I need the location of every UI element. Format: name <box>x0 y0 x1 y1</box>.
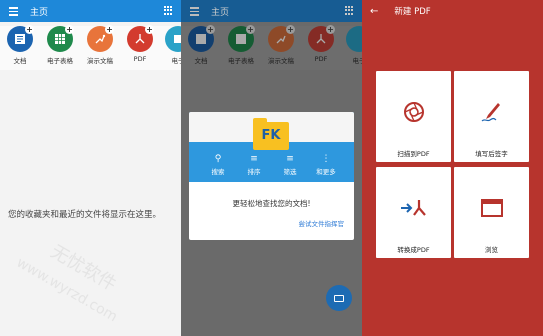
grid-view-icon[interactable] <box>164 6 173 15</box>
document-icon: + <box>188 25 215 52</box>
card-label: 扫描到PDF <box>397 150 430 158</box>
card-label: 浏览 <box>485 246 498 254</box>
home-screen-with-dialog: 主页 + 文档 + 电子表格 + 演示文稿 + PDF 电 FK ⚲ 搜索 ≡ … <box>181 0 362 336</box>
shortcut-presentations[interactable]: + 演示文稿 <box>263 25 299 65</box>
scan-to-pdf-card[interactable]: 扫描到PDF <box>376 71 451 162</box>
filter-icon: ≡ <box>286 154 294 164</box>
shortcut-label: PDF <box>133 55 147 63</box>
feature-sort: ≡ 排序 <box>239 154 269 176</box>
back-arrow-icon[interactable]: ← <box>370 6 378 17</box>
file-commander-logo: FK <box>253 118 289 150</box>
open-folder-button[interactable] <box>326 285 352 311</box>
app-bar: 主页 <box>181 0 362 22</box>
spreadsheet-icon: + <box>47 25 74 52</box>
sort-icon: ≡ <box>250 154 258 164</box>
shortcut-label: 电子表格 <box>47 57 73 65</box>
add-icon: + <box>105 25 114 34</box>
shortcut-label: 电子 <box>171 57 182 65</box>
fill-and-sign-card[interactable]: 填写后签字 <box>454 71 529 162</box>
shortcut-label: 演示文稿 <box>268 57 294 65</box>
page-title: 主页 <box>211 7 230 18</box>
dialog-banner: FK ⚲ 搜索 ≡ 排序 ≡ 筛选 ⋮ 和更多 <box>189 112 354 182</box>
dialog-message: 更轻松地查找您的文档! <box>232 199 311 208</box>
shortcut-label: 文档 <box>13 57 27 65</box>
shortcut-presentations[interactable]: + 演示文稿 <box>82 25 118 65</box>
page-title: 主页 <box>30 7 49 18</box>
home-screen: 主页 + 文档 + 电子表格 + 演示文稿 + PDF 电 您的收藏夹和最近的文… <box>0 0 181 336</box>
shortcut-ebooks[interactable]: 电子 <box>341 26 362 65</box>
add-icon: + <box>206 25 215 34</box>
add-icon: + <box>65 25 74 34</box>
shortcut-label: 电子 <box>352 57 363 65</box>
shortcut-label: PDF <box>314 55 328 63</box>
empty-state-message: 您的收藏夹和最近的文件将显示在这里。 <box>8 210 162 220</box>
search-icon: ⚲ <box>214 154 222 164</box>
more-icon: ⋮ <box>321 154 331 164</box>
menu-icon[interactable] <box>6 0 28 22</box>
add-icon: + <box>145 25 154 34</box>
promo-dialog: FK ⚲ 搜索 ≡ 排序 ≡ 筛选 ⋮ 和更多 更轻松地查找您的文档! 尝试文件… <box>189 112 354 240</box>
pdf-icon: + <box>127 25 154 52</box>
shortcut-bar: + 文档 + 电子表格 + 演示文稿 + PDF 电 <box>0 25 181 70</box>
shortcut-spreadsheets[interactable]: + 电子表格 <box>42 25 78 65</box>
ebook-icon <box>346 26 362 52</box>
shortcut-ebooks[interactable]: 电子 <box>160 26 181 65</box>
page-title: 新建 PDF <box>394 7 431 17</box>
new-pdf-screen: ← 新建 PDF 扫描到PDF 填写后签字 转换成PDF 浏览 <box>362 0 543 336</box>
pdf-icon: + <box>308 25 335 52</box>
shortcut-pdf[interactable]: + PDF <box>122 25 158 63</box>
shortcut-label: 文档 <box>194 57 208 65</box>
add-icon: + <box>25 25 34 34</box>
shortcut-label: 演示文稿 <box>87 57 113 65</box>
shortcut-spreadsheets[interactable]: + 电子表格 <box>223 25 259 65</box>
camera-shutter-icon <box>376 99 451 125</box>
app-bar: ← 新建 PDF <box>362 0 543 22</box>
convert-pdf-icon <box>376 195 451 221</box>
add-icon: + <box>286 25 295 34</box>
add-icon: + <box>246 25 255 34</box>
card-label: 填写后签字 <box>475 150 508 158</box>
shortcut-documents[interactable]: + 文档 <box>183 25 219 65</box>
try-file-commander-link[interactable]: 尝试文件指挥官 <box>299 218 345 228</box>
menu-icon[interactable] <box>187 0 209 22</box>
ebook-icon <box>165 26 181 52</box>
feature-filter: ≡ 筛选 <box>275 154 305 176</box>
shortcut-bar: + 文档 + 电子表格 + 演示文稿 + PDF 电 <box>181 25 362 70</box>
feature-search: ⚲ 搜索 <box>203 154 233 176</box>
presentation-icon: + <box>87 25 114 52</box>
spreadsheet-icon: + <box>228 25 255 52</box>
shortcut-documents[interactable]: + 文档 <box>2 25 38 65</box>
feature-more: ⋮ 和更多 <box>311 154 341 176</box>
browse-window-icon <box>454 195 529 221</box>
presentation-icon: + <box>268 25 295 52</box>
folder-icon <box>334 294 344 302</box>
shortcut-label: 电子表格 <box>228 57 254 65</box>
document-icon: + <box>7 25 34 52</box>
pen-signature-icon <box>454 99 529 125</box>
grid-view-icon[interactable] <box>345 6 354 15</box>
add-icon: + <box>326 25 335 34</box>
convert-to-pdf-card[interactable]: 转换成PDF <box>376 167 451 258</box>
app-bar: 主页 <box>0 0 181 22</box>
shortcut-pdf[interactable]: + PDF <box>303 25 339 63</box>
card-label: 转换成PDF <box>397 246 430 254</box>
browse-card[interactable]: 浏览 <box>454 167 529 258</box>
